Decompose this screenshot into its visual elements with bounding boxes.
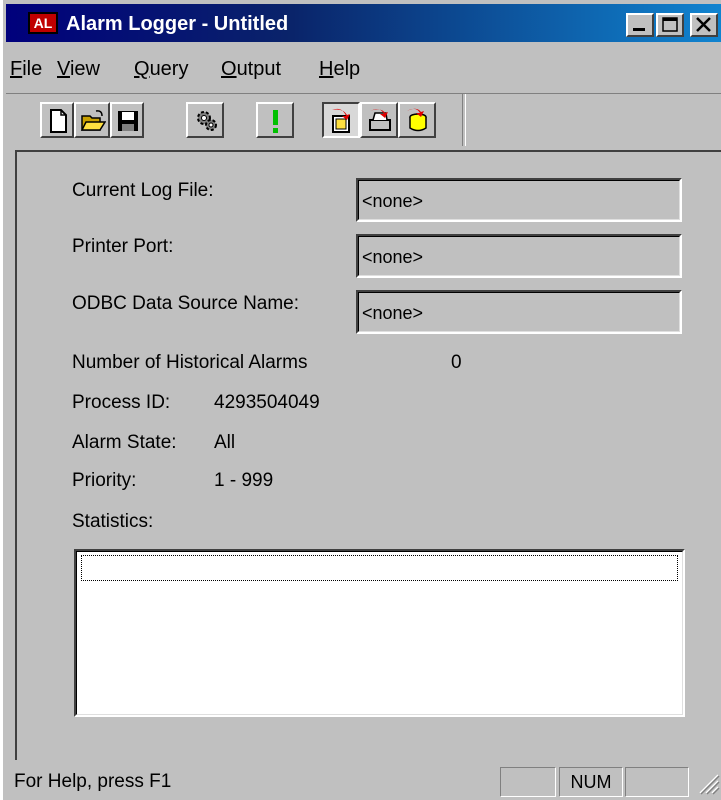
priority-label: Priority: [72, 470, 137, 491]
printer-port-field: <none> [356, 234, 682, 278]
status-pane-empty [500, 767, 556, 797]
status-bar: For Help, press F1 NUM [6, 763, 721, 800]
menu-view[interactable]: View [57, 58, 100, 81]
menu-bar: File View Query Output Help [6, 52, 721, 86]
client-area: Current Log File: <none> Printer Port: <… [15, 150, 721, 760]
open-folder-icon [80, 110, 106, 131]
odbc-label: ODBC Data Source Name: [72, 293, 300, 314]
log-to-database-icon [407, 108, 427, 132]
menu-query[interactable]: Query [134, 58, 188, 81]
odbc-field: <none> [356, 290, 682, 334]
process-id-label: Process ID: [72, 392, 171, 413]
log-file-field: <none> [356, 178, 682, 222]
new-file-icon [50, 109, 67, 133]
close-icon [696, 17, 711, 32]
historical-alarms-value: 0 [451, 352, 462, 373]
toolbar-separator [462, 94, 466, 146]
alarm-button[interactable] [256, 102, 294, 138]
maximize-icon [662, 17, 678, 32]
printer-port-value: <none> [358, 236, 680, 276]
maximize-button[interactable] [656, 13, 684, 37]
historical-alarms-label: Number of Historical Alarms [72, 352, 308, 373]
odbc-value: <none> [358, 292, 680, 332]
priority-value: 1 - 999 [214, 470, 274, 491]
log-to-printer-button[interactable] [360, 102, 398, 138]
list-item[interactable] [81, 555, 678, 581]
status-num-indicator: NUM [559, 767, 623, 797]
status-help-text: For Help, press F1 [14, 771, 172, 792]
alarm-exclamation-icon [273, 110, 278, 133]
resize-grip-icon[interactable] [696, 771, 720, 795]
statistics-list[interactable] [74, 549, 685, 717]
main-window: AL Alarm Logger - Untitled File View Que… [0, 0, 721, 800]
config-gear-icon [197, 111, 217, 131]
window-title: Alarm Logger - Untitled [66, 13, 289, 35]
status-pane-scroll [625, 767, 689, 797]
save-disk-icon [118, 111, 138, 131]
log-to-file-icon [332, 108, 350, 133]
printer-port-label: Printer Port: [72, 236, 174, 257]
toolbar [6, 93, 721, 148]
log-to-printer-icon [369, 109, 391, 131]
alarm-state-label: Alarm State: [72, 432, 177, 453]
statistics-list-inner [76, 551, 683, 715]
new-button[interactable] [40, 102, 74, 138]
menu-output[interactable]: Output [221, 58, 281, 81]
save-button[interactable] [110, 102, 144, 138]
log-file-value: <none> [358, 180, 680, 220]
open-button[interactable] [74, 102, 110, 138]
title-bar[interactable]: AL Alarm Logger - Untitled [6, 4, 721, 42]
app-icon[interactable]: AL [28, 12, 58, 34]
log-to-file-button[interactable] [322, 102, 360, 138]
menu-help[interactable]: Help [319, 58, 360, 81]
log-file-label: Current Log File: [72, 180, 214, 201]
configure-button[interactable] [186, 102, 224, 138]
minimize-button[interactable] [626, 13, 654, 37]
close-button[interactable] [690, 13, 718, 37]
minimize-icon [633, 28, 645, 31]
log-to-database-button[interactable] [398, 102, 436, 138]
alarm-state-value: All [214, 432, 236, 453]
process-id-value: 4293504049 [214, 392, 320, 413]
statistics-label: Statistics: [72, 511, 154, 532]
menu-file[interactable]: File [10, 58, 42, 81]
